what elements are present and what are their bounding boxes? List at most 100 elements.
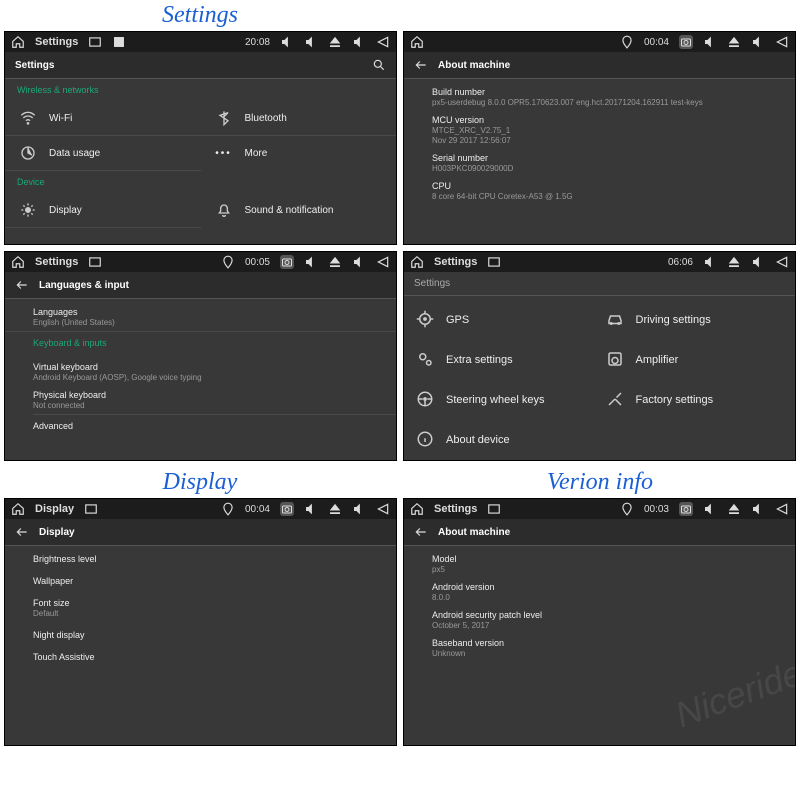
row-baseband[interactable]: Baseband version Unknown: [432, 634, 795, 662]
row-about[interactable]: About device: [410, 420, 600, 460]
amplifier-icon: [606, 350, 626, 370]
clock: 20:08: [245, 37, 270, 48]
camera-icon[interactable]: [679, 35, 693, 49]
camera-icon[interactable]: [280, 255, 294, 269]
about-cpu[interactable]: CPU 8 core 64-bit CPU Coretex-A53 @ 1.5G: [432, 177, 795, 205]
vol-up-icon[interactable]: [751, 502, 765, 516]
eject-icon[interactable]: [727, 35, 741, 49]
row-touch[interactable]: Touch Assistive: [33, 648, 396, 666]
row-wifi[interactable]: Wi-Fi: [5, 101, 201, 136]
eject-icon[interactable]: [328, 255, 342, 269]
label-steering: Steering wheel keys: [446, 394, 544, 406]
row-android-version[interactable]: Android version 8.0.0: [432, 578, 795, 606]
eject-icon[interactable]: [727, 255, 741, 269]
row-night[interactable]: Night display: [33, 622, 396, 648]
back-arrow-icon[interactable]: [15, 525, 29, 539]
row-more[interactable]: ••• More: [201, 136, 397, 171]
back-arrow-icon[interactable]: [414, 58, 428, 72]
window-icon[interactable]: [487, 255, 501, 269]
search-icon[interactable]: [372, 58, 386, 72]
row-fontsize[interactable]: Font size Default: [33, 594, 396, 622]
gps-icon: [221, 255, 235, 269]
window-icon[interactable]: [88, 35, 102, 49]
caption-settings: Settings: [0, 0, 400, 31]
status-bar: Display 00:04: [5, 499, 396, 519]
label-amplifier: Amplifier: [636, 354, 679, 366]
back-icon[interactable]: [775, 255, 789, 269]
eject-icon[interactable]: [328, 502, 342, 516]
back-arrow-icon[interactable]: [414, 525, 428, 539]
back-icon[interactable]: [376, 255, 390, 269]
section-keyboard: Keyboard & inputs: [5, 332, 396, 354]
gears-icon: [416, 350, 436, 370]
row-languages[interactable]: Languages English (United States): [33, 303, 396, 331]
row-display[interactable]: Display: [5, 193, 201, 228]
row-steering[interactable]: Steering wheel keys: [410, 380, 600, 420]
window-icon[interactable]: [84, 502, 98, 516]
home-icon[interactable]: [11, 502, 25, 516]
mute-icon[interactable]: [280, 35, 294, 49]
vol-down-icon[interactable]: [304, 35, 318, 49]
row-advanced[interactable]: Advanced: [33, 414, 396, 435]
vol-down-icon[interactable]: [304, 502, 318, 516]
panel-car-settings: Settings 06:06 Settings GPS: [403, 251, 796, 461]
camera-icon[interactable]: [280, 502, 294, 516]
bell-icon: [215, 202, 233, 220]
data-icon: [19, 144, 37, 162]
home-icon[interactable]: [410, 255, 424, 269]
row-sound[interactable]: Sound & notification: [201, 193, 397, 228]
row-factory[interactable]: Factory settings: [600, 380, 790, 420]
back-icon[interactable]: [376, 35, 390, 49]
row-brightness[interactable]: Brightness level: [33, 550, 396, 568]
about-build[interactable]: Build number px5-userdebug 8.0.0 OPR5.17…: [432, 83, 795, 111]
page-header: Display: [5, 519, 396, 546]
section-device: Device: [5, 171, 396, 193]
vol-down-icon[interactable]: [703, 255, 717, 269]
row-gps[interactable]: GPS: [410, 300, 600, 340]
vol-down-icon[interactable]: [703, 35, 717, 49]
info-icon: [416, 430, 436, 450]
label-factory: Factory settings: [636, 394, 714, 406]
row-amplifier[interactable]: Amplifier: [600, 340, 790, 380]
row-model[interactable]: Model px5: [432, 550, 795, 578]
eject-icon[interactable]: [727, 502, 741, 516]
gps-icon: [221, 502, 235, 516]
row-patch[interactable]: Android security patch level October 5, …: [432, 606, 795, 634]
row-extra[interactable]: Extra settings: [410, 340, 600, 380]
home-icon[interactable]: [11, 255, 25, 269]
vol-down-icon[interactable]: [304, 255, 318, 269]
vol-down-icon[interactable]: [703, 502, 717, 516]
vol-up-icon[interactable]: [352, 502, 366, 516]
window-icon[interactable]: [88, 255, 102, 269]
page-title: Languages & input: [39, 280, 129, 291]
back-icon[interactable]: [775, 502, 789, 516]
page-header: Languages & input: [5, 272, 396, 299]
window-icon[interactable]: [487, 502, 501, 516]
row-driving[interactable]: Driving settings: [600, 300, 790, 340]
caption-version: Verion info: [400, 467, 800, 498]
camera-icon[interactable]: [679, 502, 693, 516]
vol-up-icon[interactable]: [352, 255, 366, 269]
about-serial[interactable]: Serial number H003PKC090029000D: [432, 149, 795, 177]
row-bluetooth[interactable]: Bluetooth: [201, 101, 397, 136]
home-icon[interactable]: [410, 35, 424, 49]
vol-up-icon[interactable]: [751, 35, 765, 49]
page-header: About machine: [404, 519, 795, 546]
home-icon[interactable]: [11, 35, 25, 49]
home-icon[interactable]: [410, 502, 424, 516]
back-arrow-icon[interactable]: [15, 278, 29, 292]
vol-up-icon[interactable]: [751, 255, 765, 269]
row-physical-keyboard[interactable]: Physical keyboard Not connected: [33, 386, 396, 414]
vol-up-icon[interactable]: [352, 35, 366, 49]
eject-icon[interactable]: [328, 35, 342, 49]
page-header: About machine: [404, 52, 795, 79]
back-icon[interactable]: [376, 502, 390, 516]
row-wallpaper[interactable]: Wallpaper: [33, 568, 396, 594]
target-icon: [416, 310, 436, 330]
status-title: Settings: [434, 503, 477, 515]
back-icon[interactable]: [775, 35, 789, 49]
row-virtual-keyboard[interactable]: Virtual keyboard Android Keyboard (AOSP)…: [33, 358, 396, 386]
about-mcu[interactable]: MCU version MTCE_XRC_V2.75_1 Nov 29 2017…: [432, 111, 795, 149]
row-datausage[interactable]: Data usage: [5, 136, 201, 171]
screenshot-icon[interactable]: [112, 35, 126, 49]
